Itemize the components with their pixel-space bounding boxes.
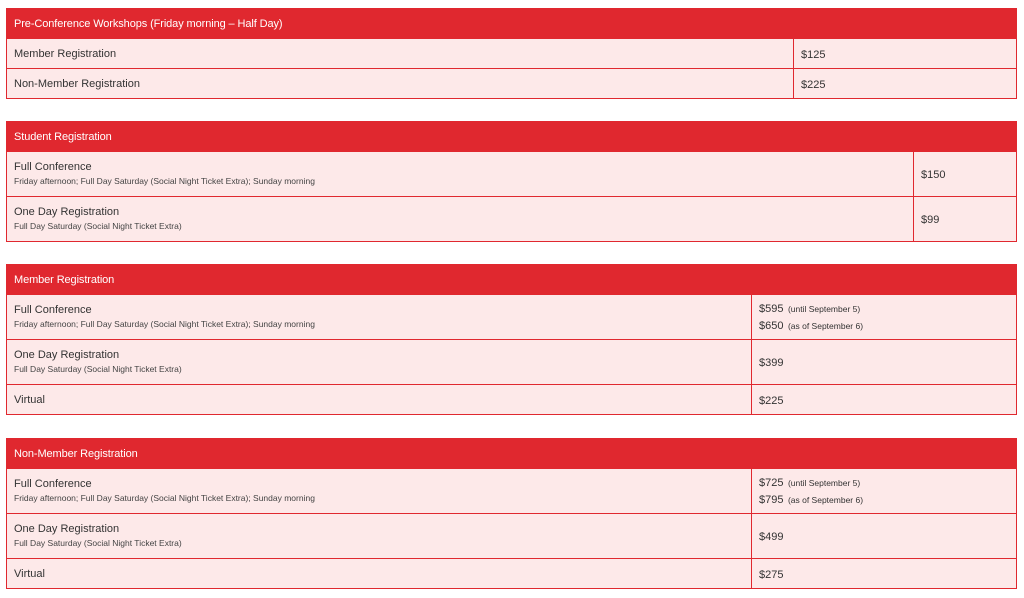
item-name: Non-Member Registration — [14, 77, 140, 90]
price-cell: $99 — [912, 196, 1018, 242]
price-note: (until September 5) — [787, 304, 861, 314]
price: $725 — [759, 477, 784, 489]
table-row: One Day Registration Full Day Saturday (… — [6, 513, 1018, 559]
item-cell: Non-Member Registration — [6, 68, 794, 99]
price-line: $795 (as of September 6) — [759, 491, 1009, 508]
item-cell: Virtual — [6, 384, 752, 415]
price-cell: $499 — [750, 513, 1018, 559]
item-description: Friday afternoon; Full Day Saturday (Soc… — [14, 176, 315, 186]
item-cell: Full Conference Friday afternoon; Full D… — [6, 151, 914, 197]
section-title: Non-Member Registration — [5, 438, 1018, 469]
price: $125 — [801, 48, 826, 61]
item-name: One Day Registration — [14, 523, 120, 535]
item-description: Full Day Saturday (Social Night Ticket E… — [14, 221, 182, 231]
price-cell: $125 — [792, 38, 1018, 69]
price: $499 — [759, 531, 784, 543]
table-row: Member Registration $125 — [6, 38, 1018, 69]
item-name: One Day Registration — [14, 206, 120, 218]
price-cell: $150 — [912, 151, 1018, 197]
item-cell: Full Conference Friday afternoon; Full D… — [6, 468, 752, 514]
section-title: Student Registration — [5, 121, 1018, 152]
price-cell: $399 — [750, 339, 1018, 385]
pricing-table-student: Student Registration Full Conference Fri… — [5, 121, 1018, 242]
section-title: Member Registration — [5, 264, 1018, 295]
item-name: Full Conference — [14, 161, 92, 173]
item-name: One Day Registration — [14, 349, 120, 361]
item-description: Full Day Saturday (Social Night Ticket E… — [14, 538, 182, 548]
price-cell: $225 — [792, 68, 1018, 99]
price-line: $725 (until September 5) — [759, 474, 1009, 491]
table-row: Full Conference Friday afternoon; Full D… — [6, 468, 1018, 514]
price: $99 — [921, 214, 940, 226]
price-cell: $275 — [750, 558, 1018, 589]
item-cell: One Day Registration Full Day Saturday (… — [6, 513, 752, 559]
price-cell: $595 (until September 5) $650 (as of Sep… — [750, 294, 1018, 340]
table-row: One Day Registration Full Day Saturday (… — [6, 196, 1018, 242]
price: $650 — [759, 320, 784, 332]
item-cell: Full Conference Friday afternoon; Full D… — [6, 294, 752, 340]
item-name: Virtual — [14, 393, 45, 406]
price-cell: $225 — [750, 384, 1018, 415]
item-cell: Virtual — [6, 558, 752, 589]
section-title: Pre-Conference Workshops (Friday morning… — [5, 8, 1018, 39]
item-name: Full Conference — [14, 304, 92, 316]
price-note: (as of September 6) — [787, 495, 864, 505]
price: $595 — [759, 303, 784, 315]
table-row: Full Conference Friday afternoon; Full D… — [6, 294, 1018, 340]
price-line: $595 (until September 5) — [759, 300, 1009, 317]
item-cell: Member Registration — [6, 38, 794, 69]
table-row: Virtual $225 — [6, 384, 1018, 415]
price: $275 — [759, 568, 784, 581]
pricing-table-workshops: Pre-Conference Workshops (Friday morning… — [5, 8, 1018, 99]
item-name: Virtual — [14, 567, 45, 580]
item-cell: One Day Registration Full Day Saturday (… — [6, 196, 914, 242]
item-description: Friday afternoon; Full Day Saturday (Soc… — [14, 493, 315, 503]
pricing-table-non-member: Non-Member Registration Full Conference … — [5, 438, 1018, 589]
item-description: Friday afternoon; Full Day Saturday (Soc… — [14, 319, 315, 329]
price-line: $650 (as of September 6) — [759, 317, 1009, 334]
table-row: Full Conference Friday afternoon; Full D… — [6, 151, 1018, 197]
price-note: (as of September 6) — [787, 321, 864, 331]
pricing-table-member: Member Registration Full Conference Frid… — [5, 264, 1018, 415]
price-cell: $725 (until September 5) $795 (as of Sep… — [750, 468, 1018, 514]
item-description: Full Day Saturday (Social Night Ticket E… — [14, 364, 182, 374]
price-note: (until September 5) — [787, 478, 861, 488]
item-cell: One Day Registration Full Day Saturday (… — [6, 339, 752, 385]
price: $399 — [759, 357, 784, 369]
table-row: Non-Member Registration $225 — [6, 68, 1018, 99]
table-row: One Day Registration Full Day Saturday (… — [6, 339, 1018, 385]
price: $225 — [801, 78, 826, 91]
item-name: Member Registration — [14, 47, 117, 60]
price: $225 — [759, 394, 784, 407]
item-name: Full Conference — [14, 478, 92, 490]
table-row: Virtual $275 — [6, 558, 1018, 589]
price: $795 — [759, 494, 784, 506]
price: $150 — [921, 169, 946, 181]
